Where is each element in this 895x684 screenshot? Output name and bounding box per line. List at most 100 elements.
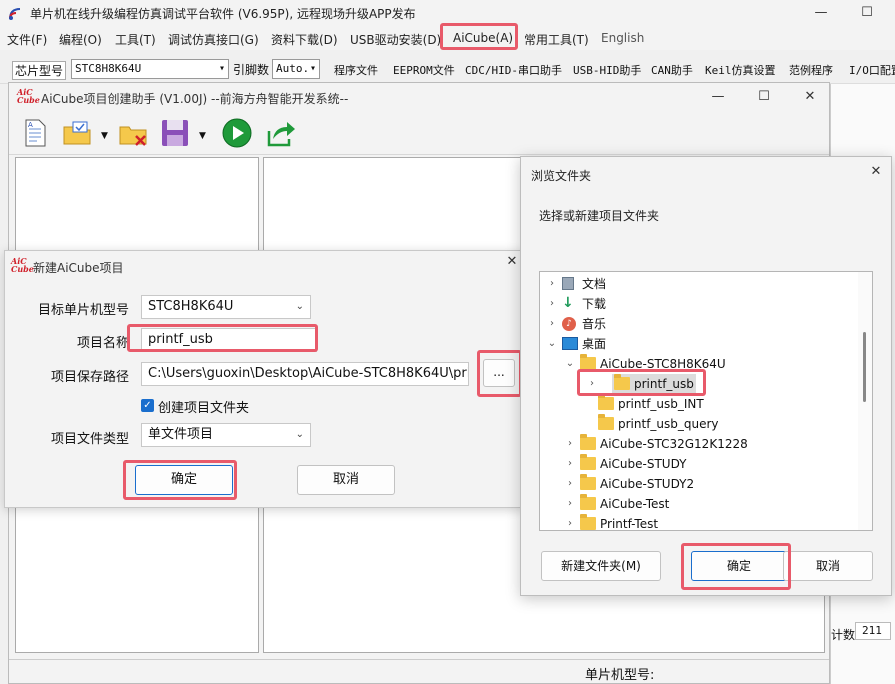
io-config-button[interactable]: I/O口配置 (846, 60, 895, 82)
tree-item[interactable]: printf_usb_query (540, 414, 858, 434)
chevron-down-icon: ▾ (309, 63, 316, 74)
chevron-down-icon: ⌄ (295, 429, 304, 440)
chevron-right-icon[interactable]: › (564, 454, 576, 474)
menu-aicube[interactable]: AiCube(A) (453, 31, 513, 45)
tree-item[interactable]: ⌄ 桌面 (540, 334, 858, 354)
chevron-down-icon: ▾ (218, 63, 225, 74)
chevron-right-icon[interactable]: › (564, 474, 576, 494)
folder-icon (614, 374, 630, 390)
cdc-hid-serial-button[interactable]: CDC/HID-串口助手 (462, 60, 565, 82)
usb-hid-button[interactable]: USB-HID助手 (570, 60, 644, 82)
can-assistant-button[interactable]: CAN助手 (648, 60, 696, 82)
mcu-select[interactable]: STC8H8K64U ⌄ (141, 295, 311, 319)
menu-english[interactable]: English (601, 31, 644, 45)
eeprom-file-button[interactable]: EEPROM文件 (390, 60, 458, 82)
tree-item[interactable]: › printf_usb (590, 374, 696, 394)
pin-select[interactable]: Auto. ▾ (272, 59, 320, 79)
file-type-select-value: 单文件项目 (148, 427, 214, 442)
folder-icon (580, 514, 596, 530)
chevron-down-icon[interactable]: ⌄ (546, 334, 558, 354)
menu-download[interactable]: 资料下载(D) (271, 31, 338, 48)
export-icon[interactable] (265, 117, 297, 149)
new-project-ok-button[interactable]: 确定 (135, 465, 233, 495)
tree-item[interactable]: › ♪ 音乐 (540, 314, 858, 334)
new-project-title: 新建AiCube项目 (33, 261, 124, 275)
chevron-down-icon[interactable]: ▼ (101, 131, 108, 141)
create-folder-checkbox[interactable]: ✓ (141, 399, 154, 412)
keil-sim-button[interactable]: Keil仿真设置 (702, 60, 779, 82)
folder-icon (580, 474, 596, 490)
close-icon[interactable]: ✕ (861, 161, 891, 183)
chevron-down-icon[interactable]: ⌄ (564, 354, 576, 374)
tree-item[interactable]: › 文档 (540, 274, 858, 294)
tree-item[interactable]: printf_usb_INT (540, 394, 858, 414)
folder-icon (598, 414, 614, 430)
aicube-logo-icon: AiC Cube (17, 87, 40, 105)
file-type-select[interactable]: 单文件项目 ⌄ (141, 423, 311, 447)
new-folder-button[interactable]: 新建文件夹(M) (541, 551, 661, 581)
browse-cancel-button[interactable]: 取消 (783, 551, 873, 581)
close-folder-icon[interactable] (117, 117, 149, 149)
chevron-right-icon[interactable]: › (564, 494, 576, 514)
menu-tools[interactable]: 工具(T) (115, 31, 156, 48)
example-button[interactable]: 范例程序 (786, 60, 836, 82)
run-icon[interactable] (221, 117, 253, 149)
new-project-cancel-button[interactable]: 取消 (297, 465, 395, 495)
menu-common-tools[interactable]: 常用工具(T) (524, 31, 589, 48)
chevron-right-icon[interactable]: › (546, 294, 558, 314)
chip-select[interactable]: STC8H8K64U ▾ (71, 59, 229, 79)
tree-item-label: AiCube-STC32G12K1228 (600, 437, 748, 451)
chevron-right-icon[interactable]: › (586, 374, 598, 394)
tree-item[interactable]: › AiCube-Test (540, 494, 858, 514)
aicube-logo-icon: AiC Cube (11, 256, 34, 274)
tree-item-label: 音乐 (582, 317, 607, 331)
program-file-button[interactable]: 程序文件 (331, 60, 381, 82)
pin-select-value: Auto. (276, 62, 310, 75)
app-logo-icon (9, 8, 21, 20)
close-icon[interactable]: ✕ (795, 86, 825, 108)
folder-tree[interactable]: › 文档 › ↓ 下载 › ♪ 音乐 ⌄ 桌面 ⌄ AiCube-STC8H8K64U › printf_… (539, 271, 873, 531)
browse-ok-button[interactable]: 确定 (691, 551, 787, 581)
chevron-right-icon[interactable]: › (564, 514, 576, 530)
chevron-right-icon[interactable]: › (564, 434, 576, 454)
menu-program[interactable]: 编程(O) (59, 31, 102, 48)
chevron-down-icon[interactable]: ▼ (199, 131, 206, 141)
menu-usb-driver[interactable]: USB驱动安装(D) (350, 31, 441, 48)
browse-path-button[interactable]: ... (483, 359, 515, 387)
main-titlebar: 单片机在线升级编程仿真调试平台软件 (V6.95P), 远程现场升级APP发布 … (0, 0, 895, 26)
tree-item[interactable]: › AiCube-STUDY (540, 454, 858, 474)
maximize-icon[interactable]: ☐ (852, 2, 882, 24)
chevron-right-icon[interactable]: › (546, 314, 558, 334)
create-folder-label: 创建项目文件夹 (158, 401, 250, 416)
chevron-right-icon[interactable]: › (546, 274, 558, 294)
tree-scrollbar[interactable] (858, 272, 872, 530)
tree-item-label: AiCube-STC8H8K64U (600, 357, 726, 371)
tree-item[interactable]: › AiCube-STC32G12K1228 (540, 434, 858, 454)
chip-label: 芯片型号 (12, 61, 67, 80)
wizard-titlebar: AiC Cube AiCube项目创建助手 (V1.00J) --前海方舟智能开发… (9, 83, 829, 111)
folder-icon (598, 394, 614, 410)
maximize-icon[interactable]: ☐ (749, 86, 779, 108)
save-icon[interactable] (159, 117, 191, 149)
tree-item[interactable]: ⌄ AiCube-STC8H8K64U (540, 354, 858, 374)
folder-icon (580, 454, 596, 470)
save-path-input[interactable]: C:\Users\guoxin\Desktop\AiCube-STC8H8K64… (141, 362, 469, 386)
project-name-input[interactable]: printf_usb (141, 328, 317, 352)
file-type-label: 项目文件类型 (50, 432, 129, 447)
svg-text:A: A (28, 121, 33, 129)
minimize-icon[interactable]: — (703, 86, 733, 108)
new-document-icon[interactable]: A (19, 117, 51, 149)
open-folder-icon[interactable] (61, 117, 93, 149)
tree-item-label: 文档 (582, 277, 607, 291)
tree-item[interactable]: › Printf-Test (540, 514, 858, 530)
tree-item-label: 下载 (582, 297, 607, 311)
count-label: 计数 (831, 628, 856, 642)
tree-item[interactable]: › AiCube-STUDY2 (540, 474, 858, 494)
scroll-thumb[interactable] (863, 332, 866, 402)
minimize-icon[interactable]: — (806, 2, 836, 24)
document-icon (562, 277, 574, 290)
count-value: 211 (855, 622, 891, 640)
menu-debug[interactable]: 调试仿真接口(G) (168, 31, 259, 48)
tree-item[interactable]: › ↓ 下载 (540, 294, 858, 314)
menu-file[interactable]: 文件(F) (7, 31, 47, 48)
